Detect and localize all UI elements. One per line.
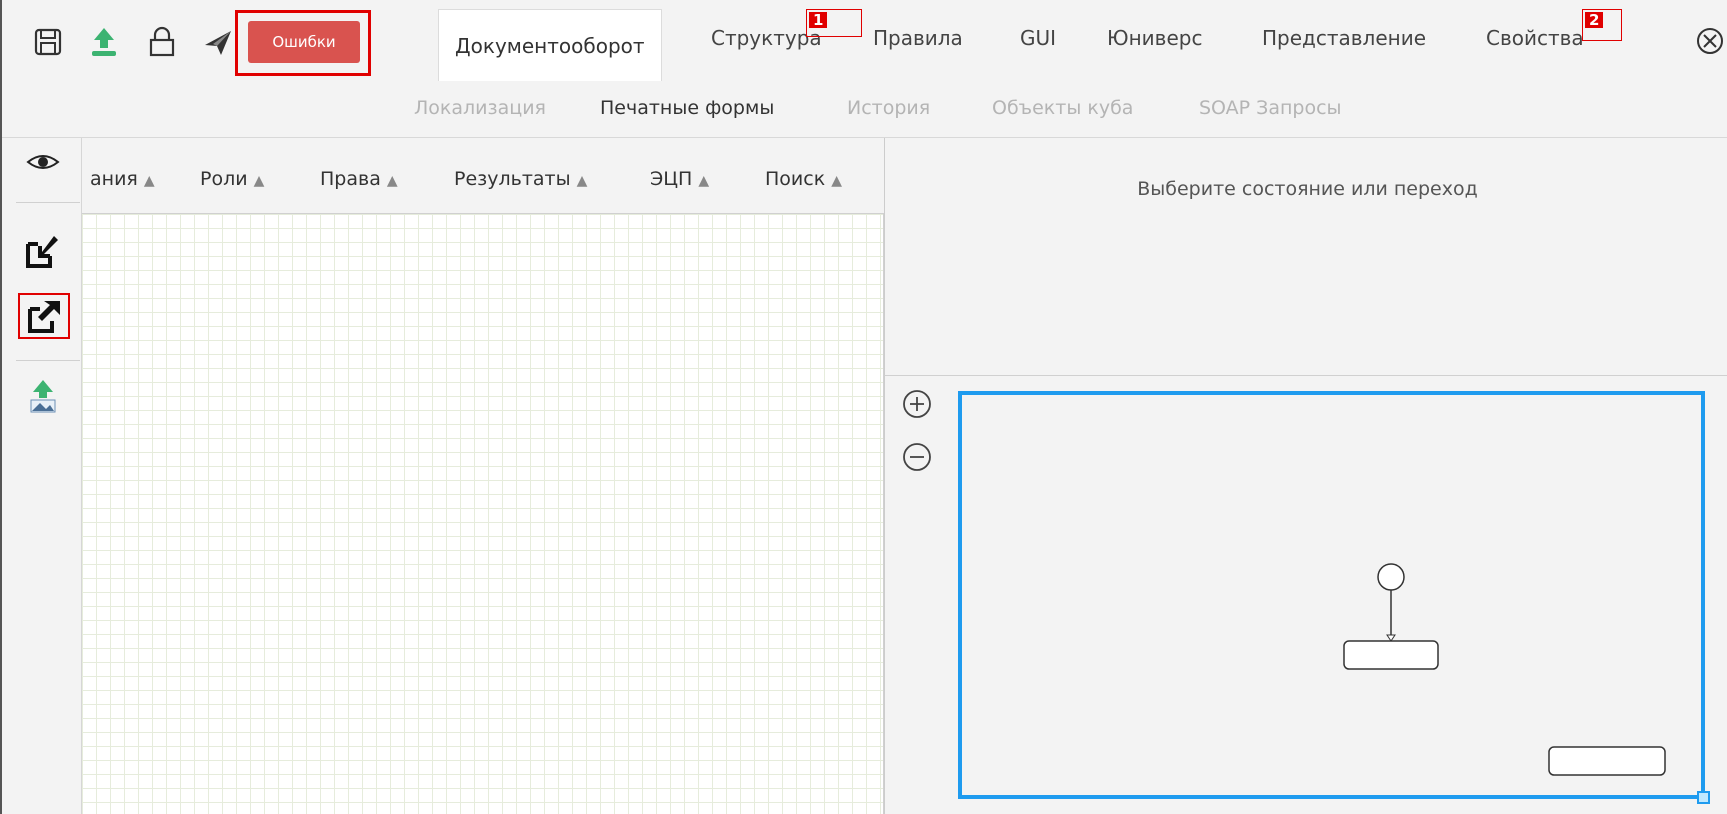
start-node[interactable] (1377, 563, 1405, 591)
tab-properties[interactable]: Свойства (1486, 26, 1584, 50)
marker-1: 1 (806, 9, 862, 37)
column-rights[interactable]: Права ▲ (320, 168, 398, 190)
tab-presentation[interactable]: Представление (1262, 26, 1426, 50)
column-states[interactable]: ания ▲ (90, 168, 155, 190)
workflow-editor: Ошибки Документооборот Структура Правила… (0, 0, 1727, 814)
subtab-history[interactable]: История (847, 97, 930, 119)
tab-document-flow[interactable]: Документооборот (438, 9, 662, 81)
subtab-print-forms[interactable]: Печатные формы (600, 97, 774, 119)
column-signature-label: ЭЦП (650, 168, 693, 190)
send-icon[interactable] (198, 20, 238, 64)
marker-1-number: 1 (809, 12, 828, 28)
chevron-up-icon: ▲ (698, 173, 710, 189)
close-icon[interactable] (1694, 25, 1726, 57)
marker-2: 2 (1582, 9, 1622, 41)
toolbar-separator (16, 202, 80, 203)
column-search-label: Поиск (765, 168, 826, 190)
state-node[interactable] (1343, 640, 1439, 670)
column-results[interactable]: Результаты ▲ (454, 168, 587, 190)
errors-button[interactable]: Ошибки (248, 21, 360, 63)
properties-placeholder: Выберите состояние или переход (1137, 178, 1478, 200)
chevron-up-icon: ▲ (143, 173, 155, 189)
column-rights-label: Права (320, 168, 381, 190)
lock-icon[interactable] (142, 20, 182, 64)
chevron-up-icon: ▲ (831, 173, 842, 189)
design-grid[interactable] (82, 214, 884, 814)
export-icon[interactable] (18, 293, 70, 339)
tab-rules[interactable]: Правила (873, 26, 963, 50)
chevron-up-icon: ▲ (253, 173, 265, 189)
import-icon[interactable] (24, 234, 60, 274)
chevron-up-icon: ▲ (386, 173, 398, 189)
column-signature[interactable]: ЭЦП ▲ (650, 168, 709, 190)
upload-icon[interactable] (84, 20, 124, 64)
arrow-head (1386, 634, 1396, 642)
column-header-bar: ания ▲ Роли ▲ Права ▲ Результаты ▲ ЭЦП ▲ Поис… (82, 138, 884, 214)
workflow-diagram (1343, 563, 1666, 776)
zoom-in-icon[interactable] (901, 388, 933, 420)
subtab-soap-requests[interactable]: SOAP Запросы (1199, 97, 1342, 119)
marker-2-number: 2 (1585, 12, 1604, 28)
top-toolbar: Ошибки Документооборот Структура Правила… (2, 0, 1727, 82)
left-toolbar (2, 138, 82, 814)
subtab-cube-objects[interactable]: Объекты куба (992, 97, 1133, 119)
diagram-canvas[interactable] (958, 391, 1705, 799)
state-node[interactable] (1548, 746, 1666, 776)
sub-toolbar: Локализация Печатные формы История Объек… (2, 82, 1727, 138)
subtab-localization[interactable]: Локализация (414, 97, 546, 119)
column-states-label: ания (90, 168, 138, 190)
image-upload-icon[interactable] (28, 378, 58, 418)
chevron-up-icon: ▲ (576, 173, 588, 189)
column-results-label: Результаты (454, 168, 571, 190)
toolbar-separator (16, 360, 80, 361)
column-roles-label: Роли (200, 168, 248, 190)
save-icon[interactable] (28, 20, 68, 64)
tab-universe[interactable]: Юниверс (1107, 26, 1202, 50)
eye-icon[interactable] (26, 150, 60, 178)
column-search[interactable]: Поиск ▲ (765, 168, 842, 190)
canvas-resize-handle[interactable] (1697, 791, 1710, 804)
column-roles[interactable]: Роли ▲ (200, 168, 264, 190)
tab-gui[interactable]: GUI (1020, 26, 1056, 50)
zoom-out-icon[interactable] (901, 441, 933, 473)
properties-panel: Выберите состояние или переход (884, 138, 1727, 376)
